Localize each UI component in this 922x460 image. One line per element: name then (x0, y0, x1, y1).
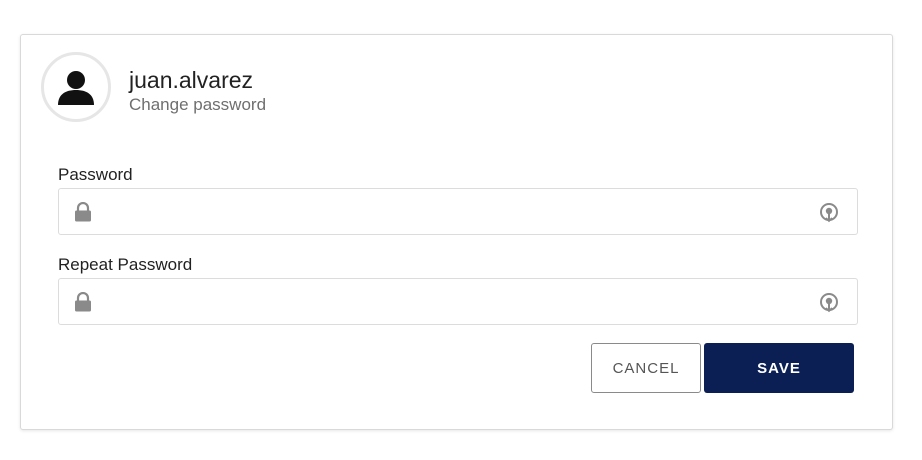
user-header: juan.alvarez Change password (129, 65, 266, 115)
user-icon (58, 71, 94, 105)
change-password-card: juan.alvarez Change password Password Re… (20, 34, 893, 430)
save-button[interactable]: SAVE (704, 343, 854, 393)
cancel-button[interactable]: CANCEL (591, 343, 701, 393)
password-input[interactable] (103, 189, 807, 236)
repeat-password-input[interactable] (103, 279, 807, 326)
eye-reveal-icon[interactable] (818, 201, 840, 223)
lock-icon (75, 202, 91, 222)
repeat-password-field-wrapper (58, 278, 858, 326)
avatar (41, 52, 111, 122)
page-subtitle: Change password (129, 95, 267, 114)
eye-reveal-icon[interactable] (818, 291, 840, 313)
password-label: Password (58, 165, 133, 184)
lock-icon (75, 292, 91, 312)
username: juan.alvarez (129, 67, 254, 93)
repeat-password-label: Repeat Password (58, 255, 193, 274)
password-field-wrapper (58, 188, 858, 236)
